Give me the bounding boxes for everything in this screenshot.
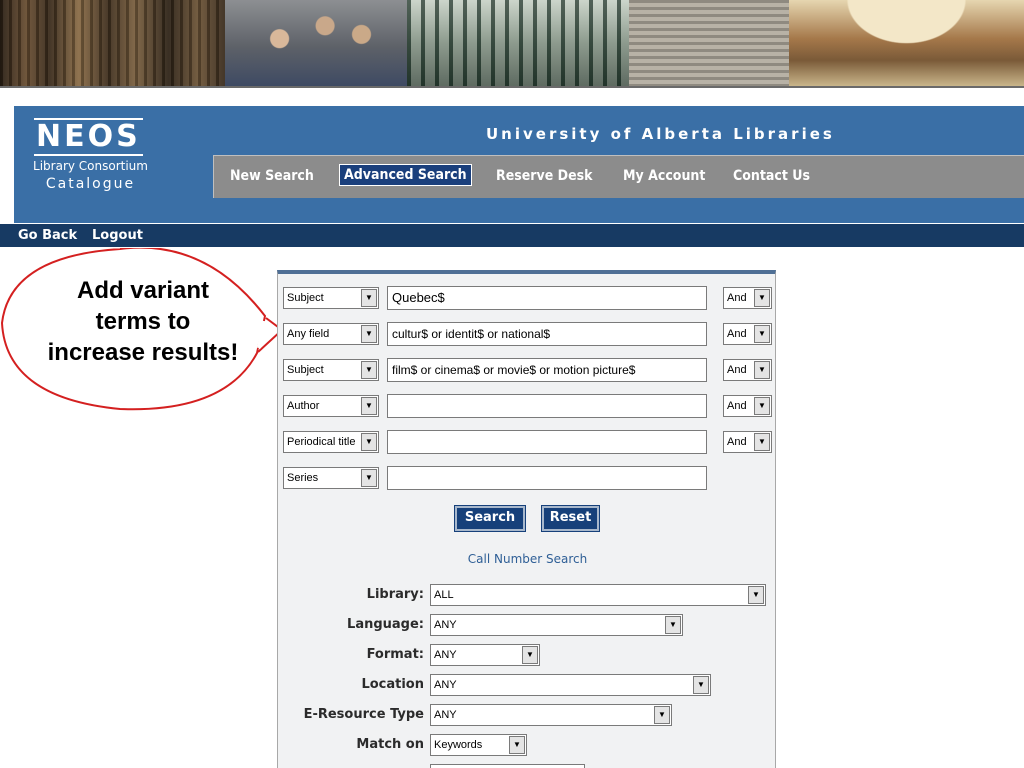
boolean-select-value: And <box>727 292 747 304</box>
location-select[interactable]: ANY ▼ <box>430 674 711 696</box>
library-label: Library: <box>366 587 424 602</box>
search-term-input[interactable]: cultur$ or identit$ or national$ <box>387 322 707 346</box>
advanced-search-form: Subject ▼ Quebec$ And ▼ Any field ▼ cultur$… <box>277 270 776 768</box>
search-term-input[interactable] <box>387 394 707 418</box>
field-select-value: Series <box>287 472 319 484</box>
banner-photo-stairs <box>629 0 789 86</box>
boolean-select[interactable]: And ▼ <box>723 395 772 417</box>
field-select-value: Author <box>287 400 320 412</box>
boolean-select-value: And <box>727 364 747 376</box>
e-resource-type-label: E-Resource Type <box>303 707 424 722</box>
field-select-value: Any field <box>287 328 330 340</box>
call-number-search-link[interactable]: Call Number Search <box>278 552 777 566</box>
go-back-link[interactable]: Go Back <box>18 228 77 243</box>
library-select-value: ALL <box>434 589 454 601</box>
callout-line: terms to <box>95 308 191 335</box>
dropdown-arrow-icon[interactable]: ▼ <box>361 289 377 307</box>
callout-text: Add variant terms to increase results! <box>16 275 270 368</box>
field-select-value: Subject <box>287 364 324 376</box>
dropdown-arrow-icon[interactable]: ▼ <box>654 706 670 724</box>
dropdown-arrow-icon[interactable]: ▼ <box>509 736 525 754</box>
banner-photo-atrium <box>407 0 629 86</box>
university-title: University of Alberta Libraries <box>486 125 835 143</box>
search-term-input[interactable] <box>387 466 707 490</box>
banner-photo-students <box>225 0 407 86</box>
dropdown-arrow-icon[interactable]: ▼ <box>748 586 764 604</box>
search-term-input[interactable]: Quebec$ <box>387 286 707 310</box>
partial-select[interactable] <box>430 764 585 768</box>
field-select[interactable]: Author ▼ <box>283 395 379 417</box>
reset-button[interactable]: Reset <box>541 505 600 532</box>
search-button[interactable]: Search <box>454 505 526 532</box>
language-label: Language: <box>347 617 424 632</box>
dropdown-arrow-icon[interactable]: ▼ <box>361 433 377 451</box>
language-select[interactable]: ANY ▼ <box>430 614 683 636</box>
dropdown-arrow-icon[interactable]: ▼ <box>693 676 709 694</box>
dropdown-arrow-icon[interactable]: ▼ <box>522 646 538 664</box>
format-select[interactable]: ANY ▼ <box>430 644 540 666</box>
logo-subtitle: Library Consortium <box>33 159 148 173</box>
match-on-label: Match on <box>356 737 424 752</box>
field-select[interactable]: Subject ▼ <box>283 359 379 381</box>
format-label: Format: <box>366 647 424 662</box>
library-select[interactable]: ALL ▼ <box>430 584 766 606</box>
search-term-input[interactable]: film$ or cinema$ or movie$ or motion pic… <box>387 358 707 382</box>
match-on-select[interactable]: Keywords ▼ <box>430 734 527 756</box>
main-nav: New Search Advanced Search Reserve Desk … <box>213 155 1024 198</box>
field-select[interactable]: Periodical title ▼ <box>283 431 379 453</box>
e-resource-type-select-value: ANY <box>434 709 457 721</box>
language-select-value: ANY <box>434 619 457 631</box>
field-select[interactable]: Subject ▼ <box>283 287 379 309</box>
banner-photo-books <box>0 0 225 86</box>
boolean-select-value: And <box>727 436 747 448</box>
link-bar: Go Back Logout <box>0 224 1024 247</box>
dropdown-arrow-icon[interactable]: ▼ <box>754 289 770 307</box>
nav-reserve-desk[interactable]: Reserve Desk <box>496 168 593 184</box>
nav-new-search[interactable]: New Search <box>230 168 314 184</box>
nav-my-account[interactable]: My Account <box>623 168 705 184</box>
dropdown-arrow-icon[interactable]: ▼ <box>361 397 377 415</box>
boolean-select[interactable]: And ▼ <box>723 431 772 453</box>
dropdown-arrow-icon[interactable]: ▼ <box>361 361 377 379</box>
neos-logo[interactable]: NEOS <box>34 118 143 156</box>
e-resource-type-select[interactable]: ANY ▼ <box>430 704 672 726</box>
search-term-input[interactable] <box>387 430 707 454</box>
logo-subtitle-catalogue: Catalogue <box>45 176 136 192</box>
callout-line: increase results! <box>47 339 239 366</box>
catalogue-header: NEOS Library Consortium Catalogue Univer… <box>14 106 1024 223</box>
banner-photo-hall <box>789 0 1024 86</box>
boolean-select[interactable]: And ▼ <box>723 323 772 345</box>
field-select-value: Subject <box>287 292 324 304</box>
field-select-value: Periodical title <box>287 436 356 448</box>
nav-advanced-search[interactable]: Advanced Search <box>339 164 472 186</box>
dropdown-arrow-icon[interactable]: ▼ <box>754 325 770 343</box>
location-select-value: ANY <box>434 679 457 691</box>
dropdown-arrow-icon[interactable]: ▼ <box>361 469 377 487</box>
boolean-select[interactable]: And ▼ <box>723 359 772 381</box>
location-label: Location <box>361 677 424 692</box>
format-select-value: ANY <box>434 649 457 661</box>
nav-contact-us[interactable]: Contact Us <box>733 168 810 184</box>
boolean-select-value: And <box>727 400 747 412</box>
boolean-select-value: And <box>727 328 747 340</box>
match-on-select-value: Keywords <box>434 739 483 751</box>
field-select[interactable]: Any field ▼ <box>283 323 379 345</box>
logout-link[interactable]: Logout <box>92 228 143 243</box>
dropdown-arrow-icon[interactable]: ▼ <box>665 616 681 634</box>
callout-line: Add variant <box>76 277 210 304</box>
field-select[interactable]: Series ▼ <box>283 467 379 489</box>
dropdown-arrow-icon[interactable]: ▼ <box>754 361 770 379</box>
dropdown-arrow-icon[interactable]: ▼ <box>754 397 770 415</box>
boolean-select[interactable]: And ▼ <box>723 287 772 309</box>
dropdown-arrow-icon[interactable]: ▼ <box>754 433 770 451</box>
dropdown-arrow-icon[interactable]: ▼ <box>361 325 377 343</box>
photo-banner <box>0 0 1024 88</box>
